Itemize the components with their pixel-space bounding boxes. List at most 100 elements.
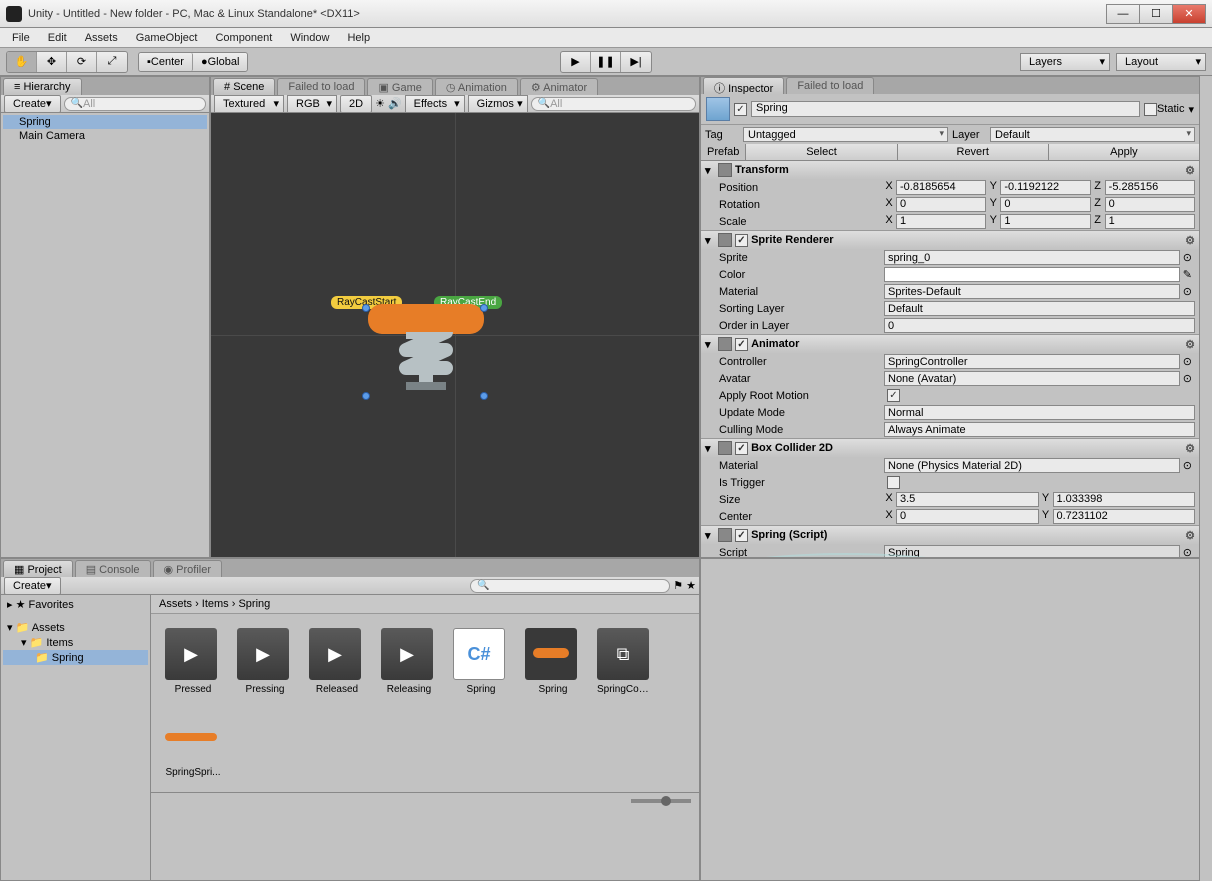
sortlayer-field[interactable]: Default bbox=[884, 301, 1195, 316]
maximize-button[interactable]: ☐ bbox=[1139, 4, 1173, 24]
tab-inspector[interactable]: ⓘ Inspector bbox=[703, 77, 784, 94]
asset-released[interactable]: ▶Released bbox=[309, 628, 365, 695]
hand-tool[interactable]: ✋ bbox=[7, 52, 37, 72]
gear-icon[interactable]: ⚙ bbox=[1185, 338, 1195, 351]
scene-shaded[interactable]: Textured▾ bbox=[214, 95, 284, 113]
asset-pressing[interactable]: ▶Pressing bbox=[237, 628, 293, 695]
tab-animation[interactable]: ◷ Animation bbox=[435, 78, 518, 95]
selection-handle[interactable] bbox=[480, 392, 488, 400]
hierarchy-search[interactable]: 🔍All bbox=[64, 97, 206, 111]
rotate-tool[interactable]: ⟳ bbox=[67, 52, 97, 72]
gameobject-name-field[interactable]: Spring bbox=[751, 101, 1140, 117]
center-x[interactable]: 0 bbox=[896, 509, 1039, 524]
audio-icon[interactable]: 🔊 bbox=[388, 97, 402, 110]
selection-handle[interactable] bbox=[362, 392, 370, 400]
tab-failed2[interactable]: Failed to load bbox=[786, 77, 874, 94]
asset-releasing[interactable]: ▶Releasing bbox=[381, 628, 437, 695]
color-field[interactable] bbox=[884, 267, 1180, 282]
trigger-checkbox[interactable] bbox=[887, 476, 900, 489]
asset-springsprite[interactable]: SpringSpri... bbox=[165, 711, 221, 778]
asset-spring-script[interactable]: C#Spring bbox=[453, 628, 509, 695]
scl-x[interactable]: 1 bbox=[896, 214, 986, 229]
tab-scene[interactable]: # Scene bbox=[213, 78, 275, 95]
tag-dropdown[interactable]: Untagged bbox=[743, 127, 948, 142]
layout-dropdown[interactable]: Layout▾ bbox=[1116, 53, 1206, 71]
filter-icon[interactable]: ★ bbox=[686, 579, 696, 592]
tab-animator[interactable]: ⚙ Animator bbox=[520, 78, 598, 95]
rot-x[interactable]: 0 bbox=[896, 197, 986, 212]
rootmotion-checkbox[interactable] bbox=[887, 389, 900, 402]
anim-enable-checkbox[interactable] bbox=[735, 338, 748, 351]
center-y[interactable]: 0.7231102 bbox=[1053, 509, 1196, 524]
spring-folder[interactable]: 📁 Spring bbox=[3, 650, 148, 665]
grid-size-slider[interactable] bbox=[151, 792, 699, 808]
close-button[interactable]: ✕ bbox=[1172, 4, 1206, 24]
tab-failed1[interactable]: Failed to load bbox=[277, 78, 365, 95]
scene-search[interactable]: 🔍All bbox=[531, 97, 696, 111]
filter-icon[interactable]: ⚑ bbox=[673, 579, 683, 592]
gear-icon[interactable]: ⚙ bbox=[1185, 164, 1195, 177]
asset-springcontroller[interactable]: ⧉SpringCont... bbox=[597, 628, 653, 695]
project-breadcrumb[interactable]: Assets › Items › Spring bbox=[151, 595, 699, 614]
scl-y[interactable]: 1 bbox=[1000, 214, 1090, 229]
gameobject-icon[interactable] bbox=[706, 97, 730, 121]
rot-y[interactable]: 0 bbox=[1000, 197, 1090, 212]
assets-folder[interactable]: ▾ 📁 Assets bbox=[3, 620, 148, 635]
selection-handle[interactable] bbox=[362, 304, 370, 312]
tab-hierarchy[interactable]: ≡ Hierarchy bbox=[3, 78, 82, 95]
static-checkbox[interactable] bbox=[1144, 103, 1157, 116]
box-enable-checkbox[interactable] bbox=[735, 442, 748, 455]
hierarchy-item-camera[interactable]: Main Camera bbox=[3, 129, 207, 143]
tab-console[interactable]: ▤ Console bbox=[75, 560, 151, 577]
gear-icon[interactable]: ⚙ bbox=[1185, 234, 1195, 247]
physmat-field[interactable]: None (Physics Material 2D) bbox=[884, 458, 1180, 473]
layer-dropdown[interactable]: Default bbox=[990, 127, 1195, 142]
spring-gameobject[interactable]: ☁ bbox=[366, 298, 486, 398]
pos-y[interactable]: -0.1192122 bbox=[1000, 180, 1090, 195]
size-y[interactable]: 1.033398 bbox=[1053, 492, 1196, 507]
active-checkbox[interactable] bbox=[734, 103, 747, 116]
order-field[interactable]: 0 bbox=[884, 318, 1195, 333]
prefab-select[interactable]: Select bbox=[745, 144, 896, 160]
scene-2d[interactable]: 2D bbox=[340, 95, 372, 113]
tab-game[interactable]: ▣ Game bbox=[367, 78, 432, 95]
menu-file[interactable]: File bbox=[4, 30, 38, 46]
menu-assets[interactable]: Assets bbox=[77, 30, 126, 46]
project-search[interactable]: 🔍 bbox=[470, 579, 670, 593]
prefab-revert[interactable]: Revert bbox=[897, 144, 1048, 160]
selection-handle[interactable] bbox=[480, 304, 488, 312]
spring-enable-checkbox[interactable] bbox=[735, 529, 748, 542]
minimize-button[interactable]: — bbox=[1106, 4, 1140, 24]
step-button[interactable]: ▶| bbox=[621, 52, 651, 72]
cullmode-field[interactable]: Always Animate bbox=[884, 422, 1195, 437]
static-dropdown-icon[interactable]: ▾ bbox=[1188, 103, 1194, 116]
items-folder[interactable]: ▾ 📁 Items bbox=[3, 635, 148, 650]
menu-component[interactable]: Component bbox=[207, 30, 280, 46]
menu-edit[interactable]: Edit bbox=[40, 30, 75, 46]
pivot-global[interactable]: ● Global bbox=[193, 53, 247, 71]
menu-gameobject[interactable]: GameObject bbox=[128, 30, 206, 46]
size-x[interactable]: 3.5 bbox=[896, 492, 1039, 507]
eyedropper-icon[interactable]: ✎ bbox=[1180, 268, 1195, 281]
hierarchy-item-spring[interactable]: Spring bbox=[3, 115, 207, 129]
avatar-field[interactable]: None (Avatar) bbox=[884, 371, 1180, 386]
menu-window[interactable]: Window bbox=[282, 30, 337, 46]
tab-project[interactable]: ▦ Project bbox=[3, 560, 73, 577]
scene-gizmos[interactable]: Gizmos▾ bbox=[468, 95, 528, 113]
scale-tool[interactable]: ⤢ bbox=[97, 52, 127, 72]
gear-icon[interactable]: ⚙ bbox=[1185, 442, 1195, 455]
play-button[interactable]: ▶ bbox=[561, 52, 591, 72]
project-create[interactable]: Create ▾ bbox=[4, 577, 61, 595]
asset-pressed[interactable]: ▶Pressed bbox=[165, 628, 221, 695]
menu-help[interactable]: Help bbox=[339, 30, 378, 46]
asset-spring-prefab[interactable]: Spring bbox=[525, 628, 581, 695]
prefab-apply[interactable]: Apply bbox=[1048, 144, 1199, 160]
updatemode-field[interactable]: Normal bbox=[884, 405, 1195, 420]
rot-z[interactable]: 0 bbox=[1105, 197, 1195, 212]
gear-icon[interactable]: ⚙ bbox=[1185, 529, 1195, 542]
tab-profiler[interactable]: ◉ Profiler bbox=[153, 560, 223, 577]
pause-button[interactable]: ❚❚ bbox=[591, 52, 621, 72]
pos-z[interactable]: -5.285156 bbox=[1105, 180, 1195, 195]
hierarchy-create[interactable]: Create ▾ bbox=[4, 95, 61, 113]
controller-field[interactable]: SpringController bbox=[884, 354, 1180, 369]
